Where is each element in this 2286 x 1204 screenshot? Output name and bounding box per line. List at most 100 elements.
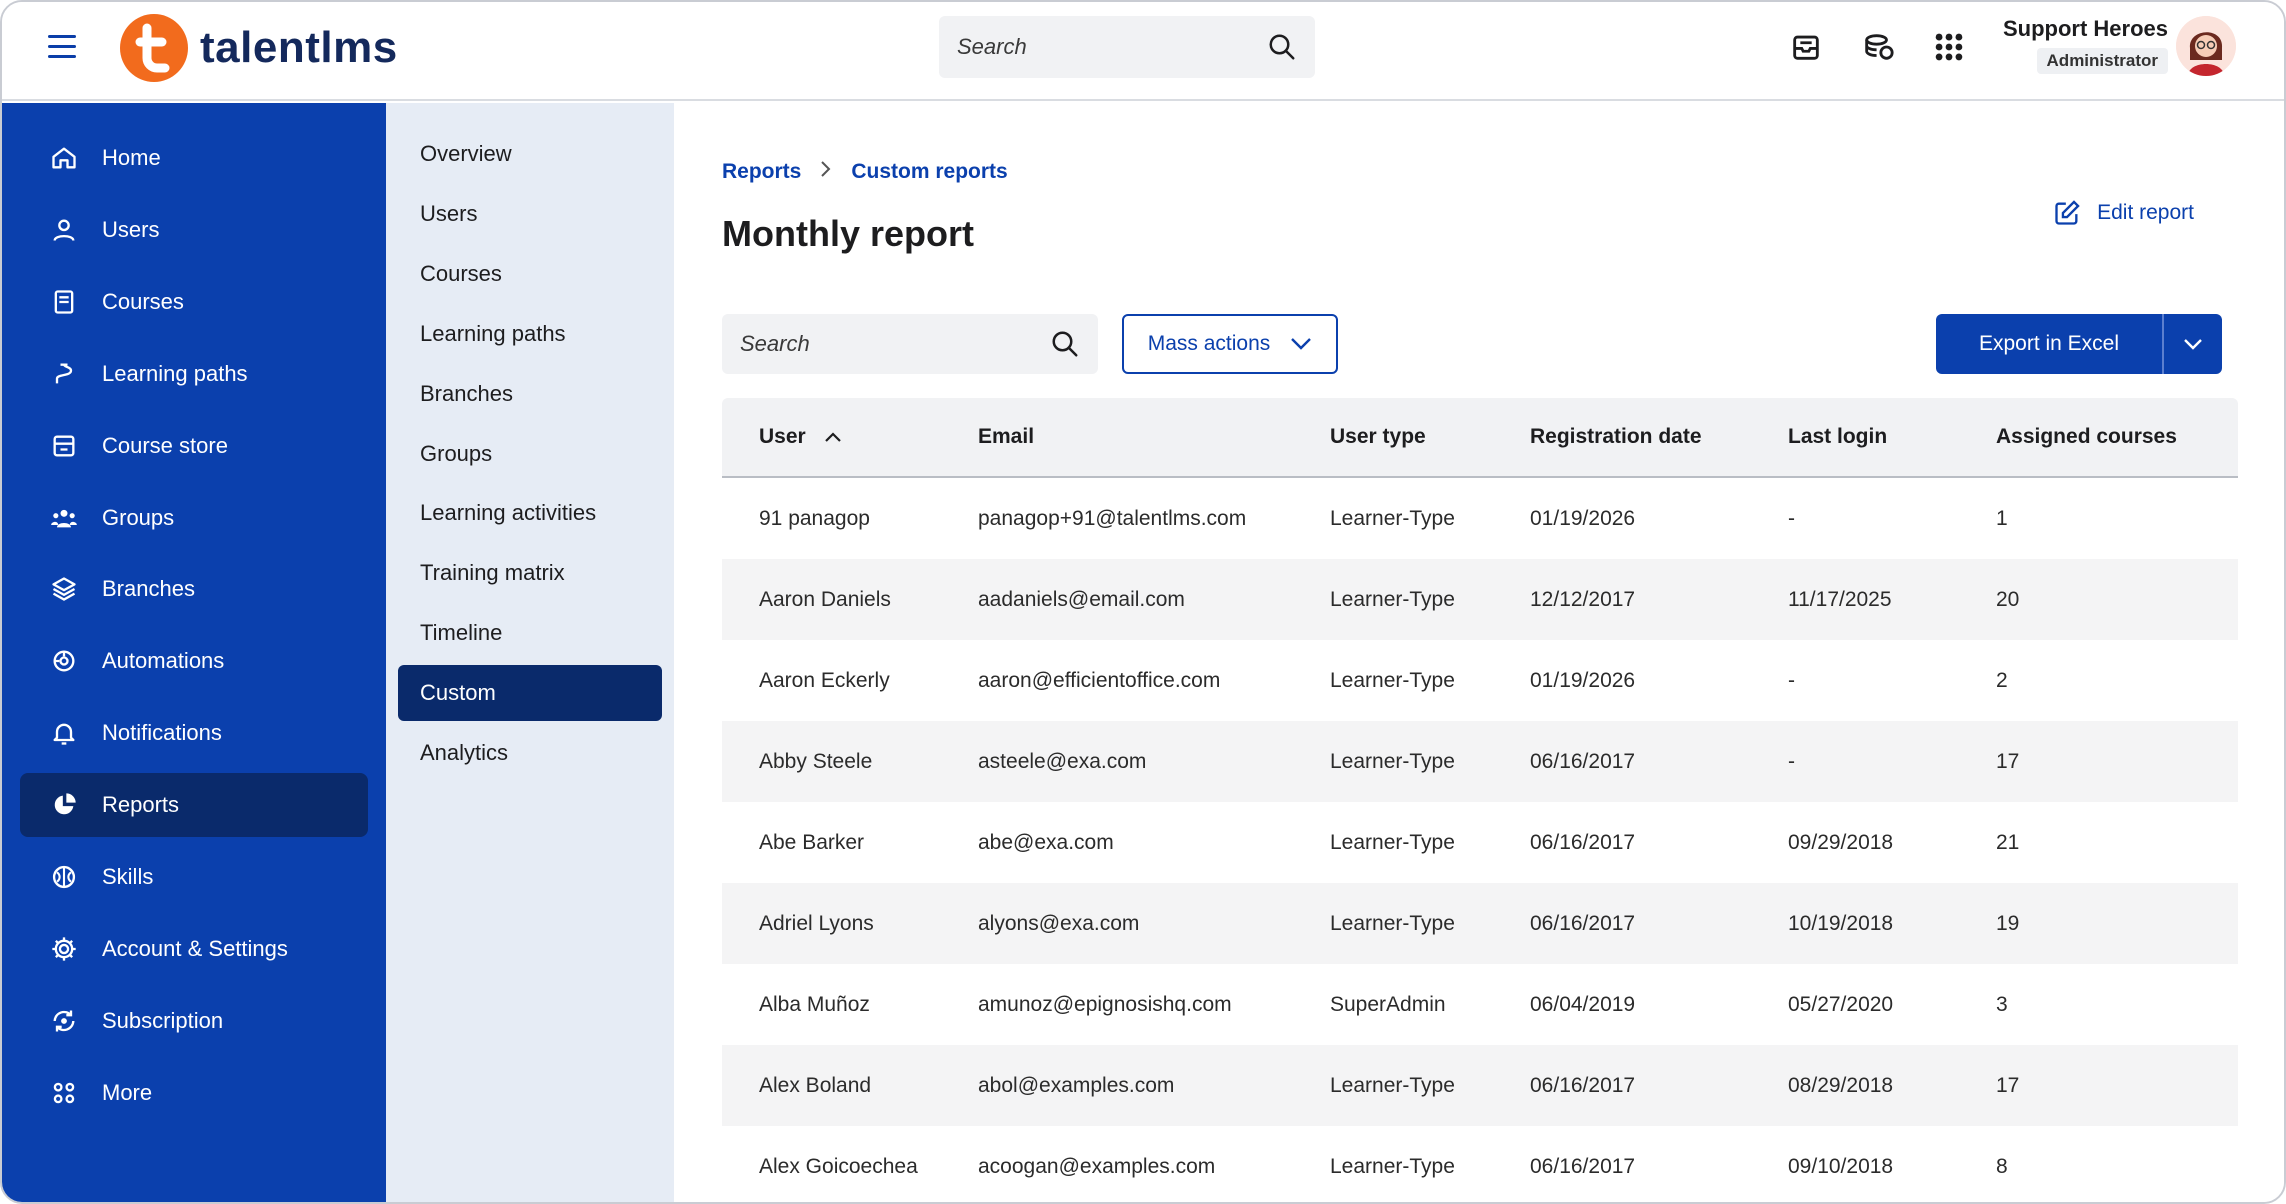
table-row[interactable]: Alex Goicoechea acoogan@examples.com Learn… (722, 1126, 2238, 1202)
sidebar-item-users[interactable]: Users (20, 198, 368, 262)
subnav-item-courses[interactable]: Courses (398, 246, 662, 302)
subnav-item-training-matrix[interactable]: Training matrix (398, 545, 662, 601)
bell-icon (48, 717, 80, 749)
last-login-cell: - (1788, 749, 1795, 773)
page-title: Monthly report (722, 213, 974, 254)
registration-date-cell: 06/16/2017 (1530, 1154, 1636, 1178)
column-header-user[interactable]: User (722, 425, 978, 449)
column-header-user-type[interactable]: User type (1330, 425, 1530, 449)
sidebar-item-groups[interactable]: Groups (20, 486, 368, 550)
last-login-cell: 09/29/2018 (1788, 830, 1894, 854)
sidebar-item-notifications[interactable]: Notifications (20, 701, 368, 765)
search-icon[interactable] (1050, 329, 1080, 359)
mass-actions-dropdown[interactable]: Mass actions (1122, 314, 1338, 374)
breadcrumb-custom-reports[interactable]: Custom reports (851, 160, 1007, 184)
table-row[interactable]: 91 panagop panagop+91@talentlms.com Learne… (722, 478, 2238, 559)
column-header-assigned-courses[interactable]: Assigned courses (1996, 425, 2238, 449)
automation-icon (48, 645, 80, 677)
subnav-item-learning-activities[interactable]: Learning activities (398, 485, 662, 541)
last-login-cell: 11/17/2025 (1788, 587, 1892, 611)
column-header-email[interactable]: Email (978, 425, 1330, 449)
inbox-icon[interactable] (1789, 30, 1823, 64)
sort-ascending-icon[interactable] (824, 431, 842, 443)
sidebar-item-label: Groups (102, 504, 175, 530)
table-row[interactable]: Abe Barker abe@exa.com Learner-Type 06/16/2… (722, 802, 2238, 883)
subnav-item-timeline[interactable]: Timeline (398, 605, 662, 661)
hamburger-icon[interactable] (48, 35, 76, 59)
column-header-registration-date[interactable]: Registration date (1530, 425, 1788, 449)
user-type-cell: Learner-Type (1330, 587, 1455, 611)
sidebar-item-courses[interactable]: Courses (20, 270, 368, 334)
sidebar: Home Users Courses Learning paths Course sto… (2, 103, 386, 1202)
coins-icon[interactable] (1861, 30, 1895, 64)
subnav-item-custom[interactable]: Custom (398, 665, 662, 722)
subnav-item-groups[interactable]: Groups (398, 426, 662, 482)
sidebar-item-label: Courses (102, 288, 184, 314)
last-login-cell: - (1788, 506, 1795, 530)
home-icon (48, 142, 80, 174)
export-excel-button[interactable]: Export in Excel (1936, 314, 2162, 374)
chevron-down-icon (2184, 339, 2202, 350)
export-options-button[interactable] (2162, 314, 2222, 374)
path-icon (48, 358, 80, 390)
table-row[interactable]: Aaron Eckerly aaron@efficientoffice.com Le… (722, 640, 2238, 721)
table-row[interactable]: Abby Steele asteele@exa.com Learner-Type 06… (722, 721, 2238, 802)
table-search[interactable] (722, 314, 1098, 374)
edit-report-button[interactable]: Edit report (2053, 199, 2194, 227)
email-cell: alyons@exa.com (978, 911, 1140, 935)
sidebar-item-course-store[interactable]: Course store (20, 414, 368, 478)
sidebar-item-branches[interactable]: Branches (20, 557, 368, 621)
user-cell: 91 panagop (759, 506, 870, 530)
sidebar-item-more[interactable]: More (20, 1061, 368, 1125)
edit-report-label: Edit report (2097, 201, 2194, 224)
sidebar-item-reports[interactable]: Reports (20, 773, 368, 838)
sidebar-item-label: Automations (102, 648, 225, 674)
sidebar-item-skills[interactable]: Skills (20, 845, 368, 909)
table-row[interactable]: Alba Muñoz amunoz@epignosishq.com SuperAdm… (722, 964, 2238, 1045)
assigned-courses-cell: 8 (1996, 1154, 2008, 1178)
sidebar-item-automations[interactable]: Automations (20, 629, 368, 693)
sidebar-item-learning-paths[interactable]: Learning paths (20, 342, 368, 406)
assigned-courses-cell: 19 (1996, 911, 2020, 935)
logo-text: talentlms (200, 23, 398, 72)
sidebar-item-account-and-settings[interactable]: Account & Settings (20, 917, 368, 981)
book-icon (48, 286, 80, 318)
subnav-item-users[interactable]: Users (398, 186, 662, 242)
sidebar-item-home[interactable]: Home (20, 126, 368, 190)
user-type-cell: Learner-Type (1330, 830, 1455, 854)
sidebar-item-label: Notifications (102, 720, 222, 746)
user-cell: Aaron Daniels (759, 587, 891, 611)
user-icon (48, 214, 80, 246)
apps-grid-icon[interactable] (1932, 30, 1966, 64)
avatar[interactable] (2176, 16, 2236, 76)
subscription-icon (48, 1005, 80, 1037)
sidebar-item-subscription[interactable]: Subscription (20, 989, 368, 1053)
table-search-input[interactable] (740, 331, 1050, 357)
subnav-item-analytics[interactable]: Analytics (398, 725, 662, 781)
breadcrumb: Reports Custom reports (722, 159, 1008, 185)
table-row[interactable]: Adriel Lyons alyons@exa.com Learner-Type 06… (722, 883, 2238, 964)
column-header-last-login[interactable]: Last login (1788, 425, 1996, 449)
search-icon[interactable] (1267, 32, 1297, 62)
email-cell: amunoz@epignosishq.com (978, 992, 1232, 1016)
email-cell: asteele@exa.com (978, 749, 1147, 773)
subnav-item-overview[interactable]: Overview (398, 126, 662, 182)
layers-icon (48, 573, 80, 605)
subnav-item-branches[interactable]: Branches (398, 366, 662, 422)
column-header-label: User (759, 425, 806, 448)
breadcrumb-reports[interactable]: Reports (722, 160, 801, 184)
user-menu[interactable]: Support Heroes Administrator (2003, 16, 2168, 74)
brain-icon (48, 861, 80, 893)
main-content: Reports Custom reports Monthly report Ed… (674, 103, 2284, 1202)
last-login-cell: 09/10/2018 (1788, 1154, 1894, 1178)
export-split-button: Export in Excel (1936, 314, 2222, 374)
table-row[interactable]: Aaron Daniels aadaniels@email.com Learner-… (722, 559, 2238, 640)
registration-date-cell: 06/16/2017 (1530, 911, 1636, 935)
table-row[interactable]: Alex Boland abol@examples.com Learner-Type… (722, 1045, 2238, 1126)
subnav-item-learning-paths[interactable]: Learning paths (398, 306, 662, 362)
user-type-cell: Learner-Type (1330, 1073, 1455, 1097)
global-search[interactable] (939, 16, 1315, 78)
logo[interactable]: talentlms (120, 14, 398, 82)
global-search-input[interactable] (957, 34, 1267, 60)
registration-date-cell: 01/19/2026 (1530, 668, 1636, 692)
